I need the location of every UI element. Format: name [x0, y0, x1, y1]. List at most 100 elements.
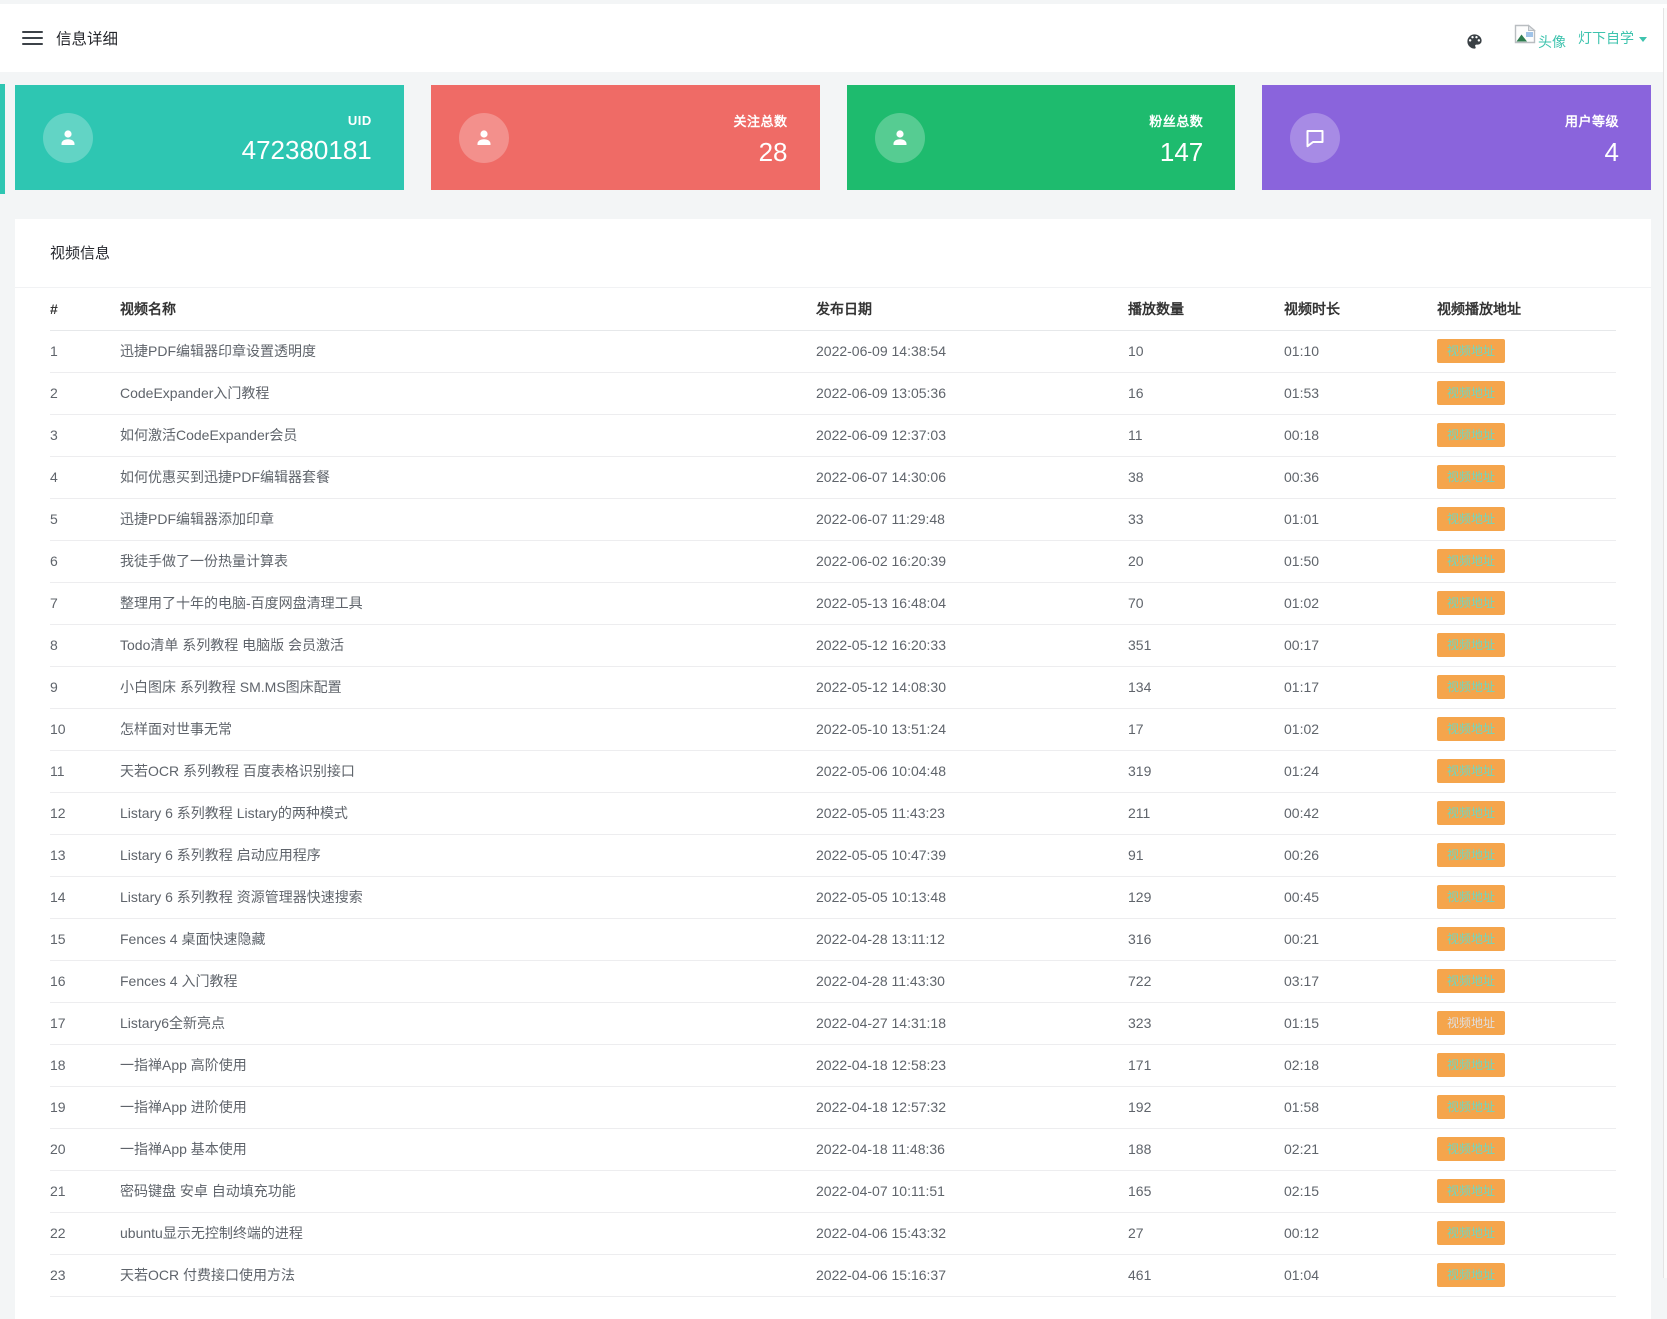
play-count: 188 — [1128, 1128, 1284, 1170]
play-count: 722 — [1128, 960, 1284, 1002]
video-url-button[interactable]: 视频地址 — [1437, 633, 1505, 657]
col-publish-date: 发布日期 — [816, 288, 1128, 330]
publish-date: 2022-04-27 14:31:18 — [816, 1002, 1128, 1044]
theme-palette-icon[interactable] — [1465, 32, 1484, 51]
row-index: 8 — [50, 624, 120, 666]
row-index: 14 — [50, 876, 120, 918]
video-url-button[interactable]: 视频地址 — [1437, 1221, 1505, 1245]
video-duration: 01:53 — [1284, 372, 1437, 414]
play-count: 134 — [1128, 666, 1284, 708]
avatar[interactable]: 头像 — [1514, 24, 1566, 52]
video-url-button[interactable]: 视频地址 — [1437, 465, 1505, 489]
publish-date: 2022-04-28 11:43:30 — [816, 960, 1128, 1002]
page-title: 信息详细 — [56, 27, 118, 49]
publish-date: 2022-06-09 13:05:36 — [816, 372, 1128, 414]
video-name: 一指禅App 高阶使用 — [120, 1044, 816, 1086]
col-index: # — [50, 288, 120, 330]
video-url-button[interactable]: 视频地址 — [1437, 1011, 1505, 1035]
video-url-button[interactable]: 视频地址 — [1437, 381, 1505, 405]
video-url-button[interactable]: 视频地址 — [1437, 927, 1505, 951]
play-count: 165 — [1128, 1170, 1284, 1212]
video-name: 一指禅App 基本使用 — [120, 1128, 816, 1170]
video-duration: 00:17 — [1284, 624, 1437, 666]
row-index: 4 — [50, 456, 120, 498]
video-url-button[interactable]: 视频地址 — [1437, 759, 1505, 783]
video-url-button[interactable]: 视频地址 — [1437, 1053, 1505, 1077]
menu-hamburger-icon[interactable] — [22, 27, 43, 49]
video-duration: 01:15 — [1284, 1002, 1437, 1044]
stat-label: 粉丝总数 — [1149, 111, 1203, 130]
table-row: 23 天若OCR 付费接口使用方法 2022-04-06 15:16:37 46… — [50, 1254, 1616, 1296]
table-row: 1 迅捷PDF编辑器印章设置透明度 2022-06-09 14:38:54 10… — [50, 330, 1616, 372]
row-index: 15 — [50, 918, 120, 960]
video-url-button[interactable]: 视频地址 — [1437, 591, 1505, 615]
stat-card-level: 用户等级 4 — [1262, 85, 1651, 190]
play-count: 10 — [1128, 330, 1284, 372]
col-duration: 视频时长 — [1284, 288, 1437, 330]
play-count: 20 — [1128, 540, 1284, 582]
user-menu[interactable]: 灯下自学 — [1578, 28, 1647, 48]
publish-date: 2022-06-02 16:20:39 — [816, 540, 1128, 582]
video-url-button[interactable]: 视频地址 — [1437, 1095, 1505, 1119]
video-duration: 01:02 — [1284, 708, 1437, 750]
stats-row: UID 472380181 关注总数 28 粉丝总数 147 用户等级 4 — [15, 85, 1651, 190]
table-row: 17 Listary6全新亮点 2022-04-27 14:31:18 323 … — [50, 1002, 1616, 1044]
publish-date: 2022-05-05 11:43:23 — [816, 792, 1128, 834]
publish-date: 2022-05-05 10:13:48 — [816, 876, 1128, 918]
video-url-button[interactable]: 视频地址 — [1437, 507, 1505, 531]
play-count: 316 — [1128, 918, 1284, 960]
table-row: 10 怎样面对世事无常 2022-05-10 13:51:24 17 01:02… — [50, 708, 1616, 750]
video-duration: 02:15 — [1284, 1170, 1437, 1212]
row-index: 20 — [50, 1128, 120, 1170]
user-icon — [875, 113, 925, 163]
publish-date: 2022-04-28 13:11:12 — [816, 918, 1128, 960]
stat-label: UID — [242, 113, 372, 128]
row-index: 7 — [50, 582, 120, 624]
video-name: 迅捷PDF编辑器印章设置透明度 — [120, 330, 816, 372]
table-header-row: # 视频名称 发布日期 播放数量 视频时长 视频播放地址 — [50, 288, 1616, 330]
row-index: 17 — [50, 1002, 120, 1044]
user-icon — [459, 113, 509, 163]
video-url-button[interactable]: 视频地址 — [1437, 1179, 1505, 1203]
video-name: 如何激活CodeExpander会员 — [120, 414, 816, 456]
left-accent-stripe — [0, 84, 5, 194]
table-row: 3 如何激活CodeExpander会员 2022-06-09 12:37:03… — [50, 414, 1616, 456]
row-index: 1 — [50, 330, 120, 372]
video-url-button[interactable]: 视频地址 — [1437, 339, 1505, 363]
row-index: 3 — [50, 414, 120, 456]
row-index: 2 — [50, 372, 120, 414]
video-url-button[interactable]: 视频地址 — [1437, 675, 1505, 699]
video-url-button[interactable]: 视频地址 — [1437, 1263, 1505, 1287]
row-index: 5 — [50, 498, 120, 540]
video-name: 整理用了十年的电脑-百度网盘清理工具 — [120, 582, 816, 624]
row-index: 22 — [50, 1212, 120, 1254]
video-url-button[interactable]: 视频地址 — [1437, 423, 1505, 447]
table-row: 19 一指禅App 进阶使用 2022-04-18 12:57:32 192 0… — [50, 1086, 1616, 1128]
row-index: 11 — [50, 750, 120, 792]
play-count: 38 — [1128, 456, 1284, 498]
publish-date: 2022-04-18 11:48:36 — [816, 1128, 1128, 1170]
play-count: 171 — [1128, 1044, 1284, 1086]
stat-card-fans: 粉丝总数 147 — [847, 85, 1236, 190]
video-url-button[interactable]: 视频地址 — [1437, 549, 1505, 573]
video-name: 怎样面对世事无常 — [120, 708, 816, 750]
play-count: 70 — [1128, 582, 1284, 624]
publish-date: 2022-05-13 16:48:04 — [816, 582, 1128, 624]
scrollbar[interactable] — [1663, 8, 1667, 1278]
video-url-button[interactable]: 视频地址 — [1437, 801, 1505, 825]
publish-date: 2022-06-07 14:30:06 — [816, 456, 1128, 498]
video-duration: 00:21 — [1284, 918, 1437, 960]
video-url-button[interactable]: 视频地址 — [1437, 717, 1505, 741]
username: 灯下自学 — [1578, 28, 1634, 48]
stat-value: 472380181 — [242, 137, 372, 163]
video-url-button[interactable]: 视频地址 — [1437, 843, 1505, 867]
table-row: 9 小白图床 系列教程 SM.MS图床配置 2022-05-12 14:08:3… — [50, 666, 1616, 708]
row-index: 16 — [50, 960, 120, 1002]
video-url-button[interactable]: 视频地址 — [1437, 885, 1505, 909]
video-name: 天若OCR 付费接口使用方法 — [120, 1254, 816, 1296]
video-duration: 00:12 — [1284, 1212, 1437, 1254]
table-row: 21 密码键盘 安卓 自动填充功能 2022-04-07 10:11:51 16… — [50, 1170, 1616, 1212]
broken-image-icon — [1514, 24, 1536, 44]
video-url-button[interactable]: 视频地址 — [1437, 969, 1505, 993]
video-url-button[interactable]: 视频地址 — [1437, 1137, 1505, 1161]
